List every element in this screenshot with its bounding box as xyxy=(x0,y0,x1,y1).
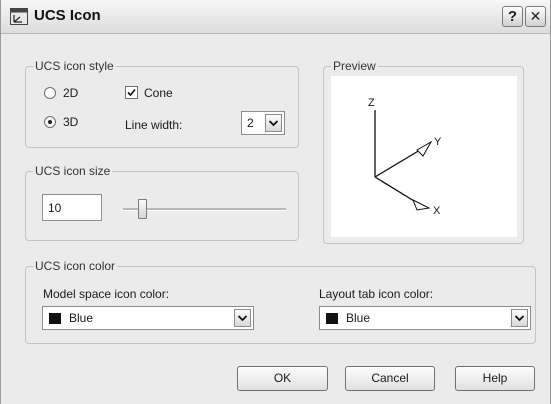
preview-canvas: Z Y X xyxy=(331,76,517,237)
axis-z-label: Z xyxy=(368,97,375,109)
radio-3d[interactable] xyxy=(44,116,56,128)
icon-size-slider-track[interactable] xyxy=(123,208,286,211)
color-swatch xyxy=(49,313,61,324)
window-title: UCS Icon xyxy=(34,7,101,24)
layout-tab-dropdown-button[interactable] xyxy=(511,309,528,327)
chevron-down-icon xyxy=(237,315,248,322)
layout-tab-color-value: Blue xyxy=(346,311,371,325)
cancel-button[interactable]: Cancel xyxy=(345,366,435,391)
app-icon xyxy=(10,8,28,25)
help-title-button[interactable]: ? xyxy=(502,6,523,27)
model-space-color-value: Blue xyxy=(69,311,94,325)
model-space-color-select[interactable]: Blue xyxy=(42,306,254,330)
ucs-icon-dialog: UCS Icon ? ✕ UCS icon style 2D 3D Cone L… xyxy=(0,0,551,404)
radio-2d[interactable] xyxy=(44,87,56,99)
axis-y-label: Y xyxy=(434,136,442,148)
icon-size-slider-thumb[interactable] xyxy=(138,199,148,219)
title-bar[interactable]: UCS Icon ? ✕ xyxy=(1,0,550,34)
cone-label: Cone xyxy=(144,86,173,100)
ucs-icon-color-group xyxy=(25,266,536,344)
chevron-down-icon xyxy=(268,120,279,127)
color-swatch xyxy=(326,313,338,324)
radio-dot xyxy=(48,120,52,124)
ucs-icon-color-label: UCS icon color xyxy=(33,259,118,273)
line-width-label: Line width: xyxy=(125,118,183,132)
line-width-value: 2 xyxy=(247,116,254,130)
preview-label: Preview xyxy=(331,59,378,73)
radio-3d-label: 3D xyxy=(63,115,79,129)
help-button[interactable]: Help xyxy=(455,366,535,391)
ucs-icon-size-label: UCS icon size xyxy=(33,164,113,178)
layout-tab-color-select[interactable]: Blue xyxy=(319,306,531,330)
ucs-icon-style-group xyxy=(25,66,299,148)
ucs-icon-style-label: UCS icon style xyxy=(33,59,116,73)
axis-x-label: X xyxy=(433,205,441,217)
ucs-axes-preview xyxy=(374,110,433,211)
radio-2d-label: 2D xyxy=(63,86,79,100)
line-width-select[interactable]: 2 xyxy=(241,111,285,135)
layout-tab-color-label: Layout tab icon color: xyxy=(319,287,434,301)
icon-size-input[interactable]: 10 xyxy=(42,194,102,221)
check-icon xyxy=(127,88,136,97)
chevron-down-icon xyxy=(514,315,525,322)
icon-size-value: 10 xyxy=(48,201,62,215)
cone-checkbox[interactable] xyxy=(125,86,138,99)
model-space-color-label: Model space icon color: xyxy=(43,287,170,301)
line-width-dropdown-button[interactable] xyxy=(265,114,282,132)
ok-button[interactable]: OK xyxy=(237,366,328,391)
close-button[interactable]: ✕ xyxy=(525,6,546,27)
model-space-dropdown-button[interactable] xyxy=(234,309,251,327)
